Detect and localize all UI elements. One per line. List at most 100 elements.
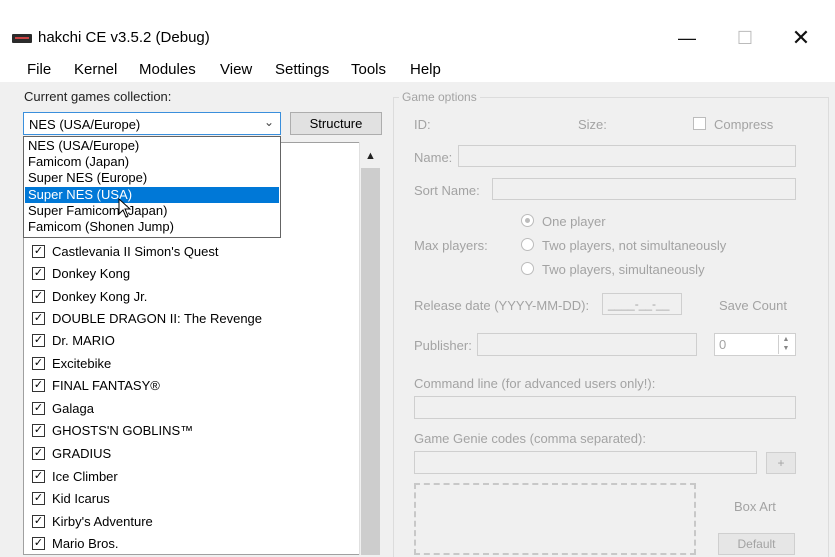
- collection-label: Current games collection:: [24, 89, 172, 104]
- scrollbar-thumb[interactable]: [361, 168, 380, 555]
- compress-checkbox[interactable]: [693, 117, 706, 130]
- checkbox-checked-icon[interactable]: ✓: [32, 446, 45, 460]
- game-title: Kirby's Adventure: [52, 513, 153, 529]
- radio-two-sim-label: Two players, simultaneously: [542, 262, 705, 277]
- game-row[interactable]: ✓ DOUBLE DRAGON II: The Revenge: [32, 307, 262, 329]
- dropdown-option[interactable]: Famicom (Shonen Jump): [25, 219, 279, 235]
- game-row[interactable]: ✓ Excitebike: [32, 352, 111, 374]
- game-genie-label: Game Genie codes (comma separated):: [414, 431, 646, 446]
- checkbox-checked-icon[interactable]: ✓: [32, 266, 45, 280]
- sort-name-label: Sort Name:: [414, 183, 480, 198]
- sort-name-input[interactable]: [492, 178, 796, 200]
- radio-two-players-simultaneous[interactable]: [521, 262, 534, 275]
- collection-combobox[interactable]: NES (USA/Europe) ⌄: [23, 112, 281, 135]
- box-art-label: Box Art: [734, 499, 776, 514]
- game-row[interactable]: ✓ Kirby's Adventure: [32, 510, 153, 532]
- box-art-frame[interactable]: [414, 483, 696, 555]
- checkbox-checked-icon[interactable]: ✓: [32, 378, 45, 392]
- game-title: Excitebike: [52, 355, 112, 371]
- checkbox-checked-icon[interactable]: ✓: [32, 423, 45, 437]
- menu-tools[interactable]: Tools: [351, 61, 386, 78]
- maximize-button[interactable]: ☐: [722, 22, 768, 54]
- game-options-legend: Game options: [399, 90, 480, 104]
- add-code-button[interactable]: +: [766, 452, 796, 474]
- save-count-label: Save Count: [719, 298, 787, 313]
- dropdown-option[interactable]: NES (USA/Europe): [25, 138, 279, 154]
- game-title: Galaga: [52, 400, 94, 416]
- checkbox-checked-icon[interactable]: ✓: [32, 311, 45, 325]
- checkbox-checked-icon[interactable]: ✓: [32, 356, 45, 370]
- name-input[interactable]: [458, 145, 796, 167]
- game-title: Mario Bros.: [52, 535, 119, 551]
- game-row[interactable]: ✓ Dr. MARIO: [32, 329, 115, 351]
- max-players-label: Max players:: [414, 238, 488, 253]
- checkbox-checked-icon[interactable]: ✓: [32, 469, 45, 483]
- radio-one-player-label: One player: [542, 214, 606, 229]
- game-row[interactable]: ✓ Mario Bros.: [32, 532, 118, 554]
- command-line-label: Command line (for advanced users only!):: [414, 376, 656, 391]
- checkbox-checked-icon[interactable]: ✓: [32, 289, 45, 303]
- close-button[interactable]: ✕: [778, 22, 824, 54]
- game-row[interactable]: ✓ GRADIUS: [32, 442, 111, 464]
- menu-settings[interactable]: Settings: [275, 61, 329, 78]
- collection-dropdown-list[interactable]: NES (USA/Europe) Famicom (Japan) Super N…: [23, 136, 281, 238]
- app-icon: [12, 34, 32, 43]
- structure-button[interactable]: Structure: [290, 112, 382, 135]
- radio-one-player[interactable]: [521, 214, 534, 227]
- dropdown-option-highlighted[interactable]: Super NES (USA): [25, 187, 279, 203]
- id-label: ID:: [414, 117, 431, 132]
- game-title: Ice Climber: [52, 468, 118, 484]
- window-title: hakchi CE v3.5.2 (Debug): [38, 29, 210, 46]
- menu-view[interactable]: View: [220, 61, 252, 78]
- menu-modules[interactable]: Modules: [139, 61, 196, 78]
- game-genie-input[interactable]: [414, 451, 757, 474]
- save-count-stepper[interactable]: 0 ▲ ▼: [714, 333, 796, 356]
- release-date-label: Release date (YYYY-MM-DD):: [414, 298, 590, 313]
- chevron-down-icon: ⌄: [263, 115, 274, 129]
- radio-two-not-sim-label: Two players, not simultaneously: [542, 238, 727, 253]
- compress-label: Compress: [714, 117, 774, 132]
- game-row[interactable]: ✓ FINAL FANTASY®: [32, 374, 160, 396]
- game-title: Dr. MARIO: [52, 332, 115, 348]
- game-row[interactable]: ✓ Donkey Kong: [32, 262, 130, 284]
- game-title: GRADIUS: [52, 445, 112, 461]
- size-label: Size:: [578, 117, 607, 132]
- collection-selected-value: NES (USA/Europe): [29, 117, 141, 132]
- dropdown-option[interactable]: Super NES (Europe): [25, 170, 279, 186]
- command-line-input[interactable]: [414, 396, 796, 419]
- publisher-label: Publisher:: [414, 338, 472, 353]
- save-count-value: 0: [719, 337, 727, 352]
- dropdown-option[interactable]: Super Famicom (Japan): [25, 203, 279, 219]
- checkbox-checked-icon[interactable]: ✓: [32, 536, 45, 550]
- stepper-arrows-icon[interactable]: ▲ ▼: [778, 335, 793, 354]
- checkbox-checked-icon[interactable]: ✓: [32, 244, 45, 258]
- default-button[interactable]: Default: [718, 533, 795, 555]
- dropdown-option[interactable]: Famicom (Japan): [25, 154, 279, 170]
- mouse-cursor-icon: [118, 198, 132, 218]
- game-title: GHOSTS'N GOBLINS™: [52, 422, 194, 438]
- game-row[interactable]: ✓ Ice Climber: [32, 465, 118, 487]
- game-title: Donkey Kong Jr.: [52, 288, 148, 304]
- game-row[interactable]: ✓ Donkey Kong Jr.: [32, 285, 147, 307]
- game-title: Donkey Kong: [52, 265, 131, 281]
- menu-file[interactable]: File: [27, 61, 51, 78]
- scroll-up-icon[interactable]: ▲: [359, 145, 382, 167]
- game-row[interactable]: ✓ Kid Icarus: [32, 487, 110, 509]
- menu-kernel[interactable]: Kernel: [74, 61, 117, 78]
- game-row[interactable]: ✓ GHOSTS'N GOBLINS™: [32, 419, 193, 441]
- game-title: Kid Icarus: [52, 490, 110, 506]
- radio-two-players-not-simultaneous[interactable]: [521, 238, 534, 251]
- publisher-input[interactable]: [477, 333, 697, 356]
- checkbox-checked-icon[interactable]: ✓: [32, 401, 45, 415]
- checkbox-checked-icon[interactable]: ✓: [32, 333, 45, 347]
- game-title: DOUBLE DRAGON II: The Revenge: [52, 310, 263, 326]
- release-date-input[interactable]: ____-__-__: [602, 293, 682, 315]
- menu-help[interactable]: Help: [410, 61, 441, 78]
- game-title: FINAL FANTASY®: [52, 377, 160, 393]
- game-row[interactable]: ✓ Galaga: [32, 397, 94, 419]
- checkbox-checked-icon[interactable]: ✓: [32, 491, 45, 505]
- game-row[interactable]: ✓ Castlevania II Simon's Quest: [32, 240, 219, 262]
- checkbox-checked-icon[interactable]: ✓: [32, 514, 45, 528]
- minimize-button[interactable]: —: [664, 22, 710, 54]
- game-title: Castlevania II Simon's Quest: [52, 243, 219, 259]
